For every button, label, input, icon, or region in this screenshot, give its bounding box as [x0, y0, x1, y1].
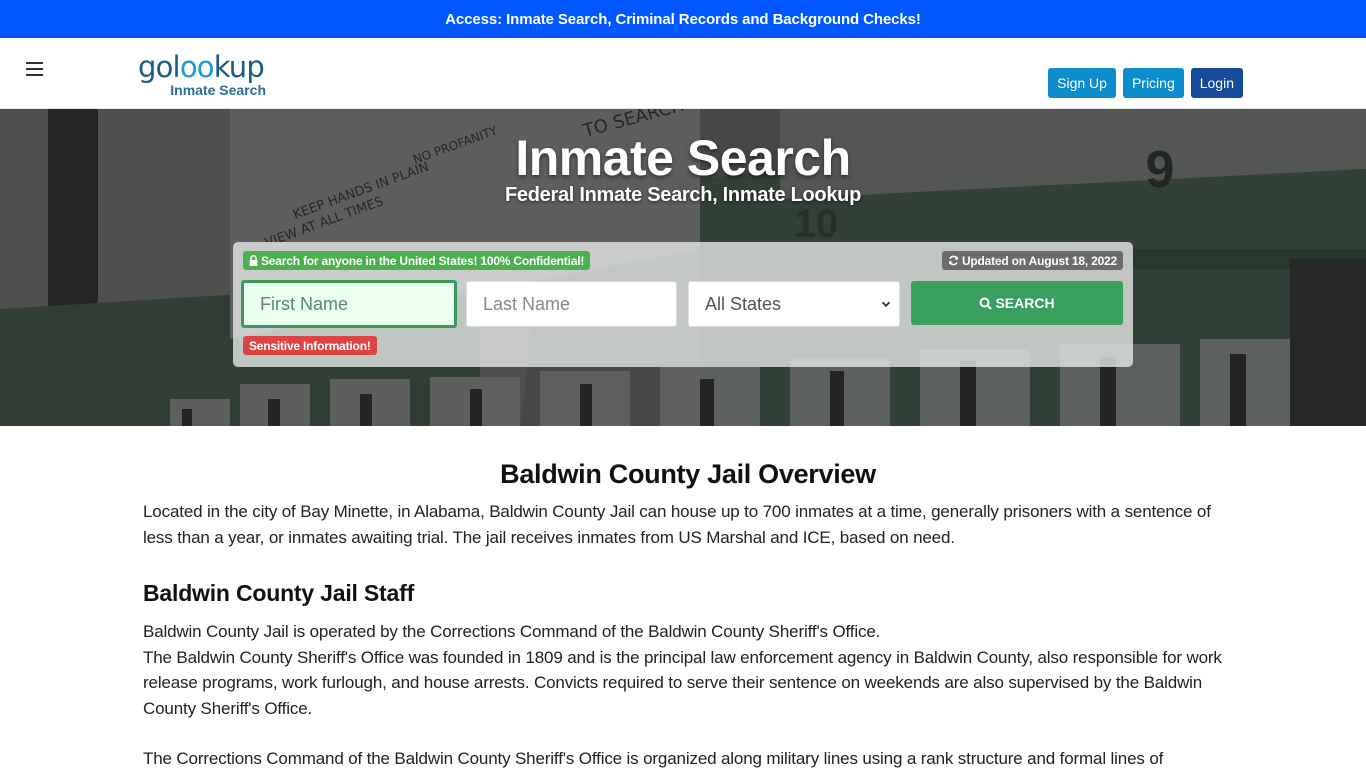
site-logo[interactable]: golookup Inmate Search [138, 52, 268, 98]
first-name-input[interactable] [241, 280, 457, 328]
hamburger-icon[interactable] [26, 62, 44, 78]
hero-section: 9 10 KEEP HANDS IN PLAIN VIEW AT ALL TIM… [0, 109, 1366, 426]
state-select[interactable]: All States [688, 281, 900, 327]
pricing-button[interactable]: Pricing [1122, 68, 1184, 98]
corrections-paragraph: The Corrections Command of the Baldwin C… [143, 749, 1164, 768]
overview-heading: Baldwin County Jail Overview [500, 459, 876, 489]
sign-up-button[interactable]: Sign Up [1048, 68, 1116, 98]
logo-wordmark: golookup [138, 50, 265, 84]
chevron-down-icon [881, 301, 891, 307]
search-panel: Search for anyone in the United States! … [233, 242, 1133, 367]
sensitive-info-badge: Sensitive Information! [243, 336, 377, 355]
search-icon [979, 297, 993, 310]
updated-badge: Updated on August 18, 2022 [941, 251, 1123, 270]
staff-line-1: Baldwin County Jail is operated by the C… [143, 622, 881, 641]
login-button[interactable]: Login [1190, 68, 1243, 98]
staff-paragraph: Baldwin County Jail is operated by the C… [143, 619, 1233, 721]
last-name-input[interactable] [466, 281, 677, 327]
state-select-value: All States [705, 293, 782, 314]
search-button[interactable]: SEARCH [911, 281, 1123, 325]
logo-subtitle: Inmate Search [170, 82, 266, 98]
header-nav: Sign Up Pricing Login [1048, 68, 1243, 98]
announcement-text: Access: Inmate Search, Criminal Records … [445, 10, 921, 28]
staff-line-2: The Baldwin County Sheriff's Office was … [143, 647, 1222, 718]
staff-heading: Baldwin County Jail Staff [143, 580, 415, 606]
hero-title: Inmate Search [515, 130, 851, 186]
refresh-icon [948, 255, 958, 266]
hero-subtitle: Federal Inmate Search, Inmate Lookup [505, 184, 861, 206]
lock-icon [249, 255, 258, 266]
overview-paragraph: Located in the city of Bay Minette, in A… [143, 502, 1211, 547]
main-content: Baldwin County Jail Overview Located in … [138, 459, 1228, 768]
site-header: golookup Inmate Search Sign Up Pricing L… [0, 38, 1366, 109]
confidential-badge: Search for anyone in the United States! … [243, 251, 591, 270]
announcement-bar: Access: Inmate Search, Criminal Records … [0, 0, 1366, 38]
